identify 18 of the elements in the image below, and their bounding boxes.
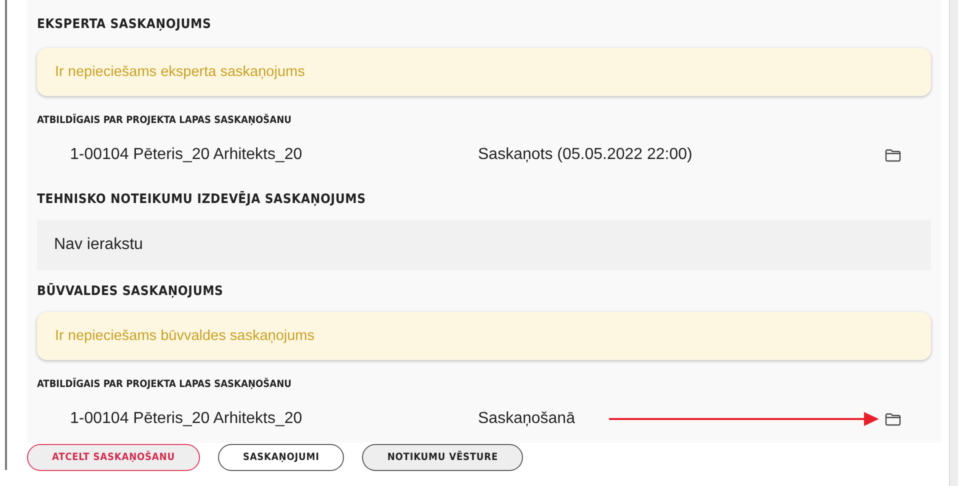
section-heading: EKSPERTA SASKAŅOJUMS bbox=[37, 16, 212, 34]
scrollbar[interactable] bbox=[949, 0, 958, 486]
section-heading: BŪVVALDES SASKAŅOJUMS bbox=[37, 282, 224, 300]
subheading: ATBILDĪGAIS PAR PROJEKTA LAPAS SASKAŅOŠANU bbox=[37, 112, 292, 128]
status-text: Saskaņots (05.05.2022 22:00) bbox=[478, 146, 692, 164]
action-button[interactable]: SASKAŅOJUMI bbox=[218, 444, 344, 471]
folder-icon[interactable] bbox=[885, 412, 901, 426]
person-name: 1-00104 Pēteris_20 Arhitekts_20 bbox=[69, 146, 304, 164]
status-text: Saskaņošanā bbox=[478, 410, 575, 428]
person-name: 1-00104 Pēteris_20 Arhitekts_20 bbox=[69, 410, 304, 428]
action-button[interactable]: NOTIKUMU VĒSTURE bbox=[362, 444, 523, 471]
action-button[interactable]: ATCELT SASKAŅOŠANU bbox=[27, 444, 200, 471]
folder-icon[interactable] bbox=[885, 148, 901, 162]
section-heading: TEHNISKO NOTEIKUMU IZDEVĒJA SASKAŅOJUMS bbox=[37, 190, 367, 208]
subheading: ATBILDĪGAIS PAR PROJEKTA LAPAS SASKAŅOŠANU bbox=[37, 376, 292, 392]
empty-message: Nav ierakstu bbox=[37, 220, 931, 270]
alert-message: Ir nepieciešams eksperta saskaņojums bbox=[37, 48, 931, 96]
alert-message: Ir nepieciešams būvvaldes saskaņojums bbox=[37, 312, 931, 360]
